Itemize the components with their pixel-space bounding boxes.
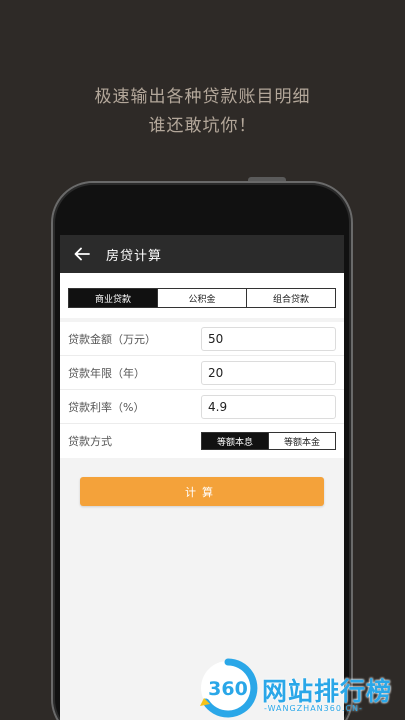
tagline-line-2: 谁还敢坑你！ [148,116,257,136]
method-label: 贷款方式 [68,435,112,448]
equal-principal-option[interactable]: 等额本金 [268,433,335,449]
repayment-method-toggle: 等额本息 等额本金 [201,432,336,450]
app-bar: 房贷计算 [60,235,344,273]
form-row-amount: 贷款金额（万元） 50 [60,322,344,356]
tagline-line-1: 极速输出各种贷款账目明细 [94,87,311,107]
form-row-rate: 贷款利率（%） 4.9 [60,390,344,424]
years-label: 贷款年限（年） [68,366,145,380]
svg-text:360: 360 [208,678,248,700]
watermark-text: 网站排行榜 [262,677,393,706]
amount-label: 贷款金额（万元） [68,332,156,346]
calculate-button[interactable]: 计算 [80,477,324,506]
page-title: 房贷计算 [106,248,163,264]
watermark: 360 网站排行榜 -WANGZHAN360.CN- [198,656,405,720]
loan-type-tabs-container: 商业贷款 公积金 组合贷款 [60,273,344,318]
phone-screen: 房贷计算 商业贷款 公积金 组合贷款 贷款金额（万元） 50 贷款年限（年） 2… [60,235,344,720]
tab-combined-loan[interactable]: 组合贷款 [246,289,335,307]
watermark-subtext: -WANGZHAN360.CN- [264,704,363,713]
360-logo-icon: 360 [200,658,258,718]
arrow-left-icon[interactable] [74,247,90,261]
form-row-method: 贷款方式 等额本息 等额本金 [60,424,344,458]
form-row-years: 贷款年限（年） 20 [60,356,344,390]
tab-commercial-loan[interactable]: 商业贷款 [69,289,157,307]
loan-form: 贷款金额（万元） 50 贷款年限（年） 20 贷款利率（%） 4.9 贷款方式 … [60,322,344,458]
equal-installment-option[interactable]: 等额本息 [202,433,268,449]
amount-input[interactable]: 50 [201,326,336,351]
loan-type-tabs: 商业贷款 公积金 组合贷款 [68,288,336,308]
rate-input[interactable]: 4.9 [201,394,336,419]
tab-provident-fund[interactable]: 公积金 [157,289,246,307]
rate-label: 贷款利率（%） [68,400,145,414]
years-input[interactable]: 20 [201,360,336,385]
